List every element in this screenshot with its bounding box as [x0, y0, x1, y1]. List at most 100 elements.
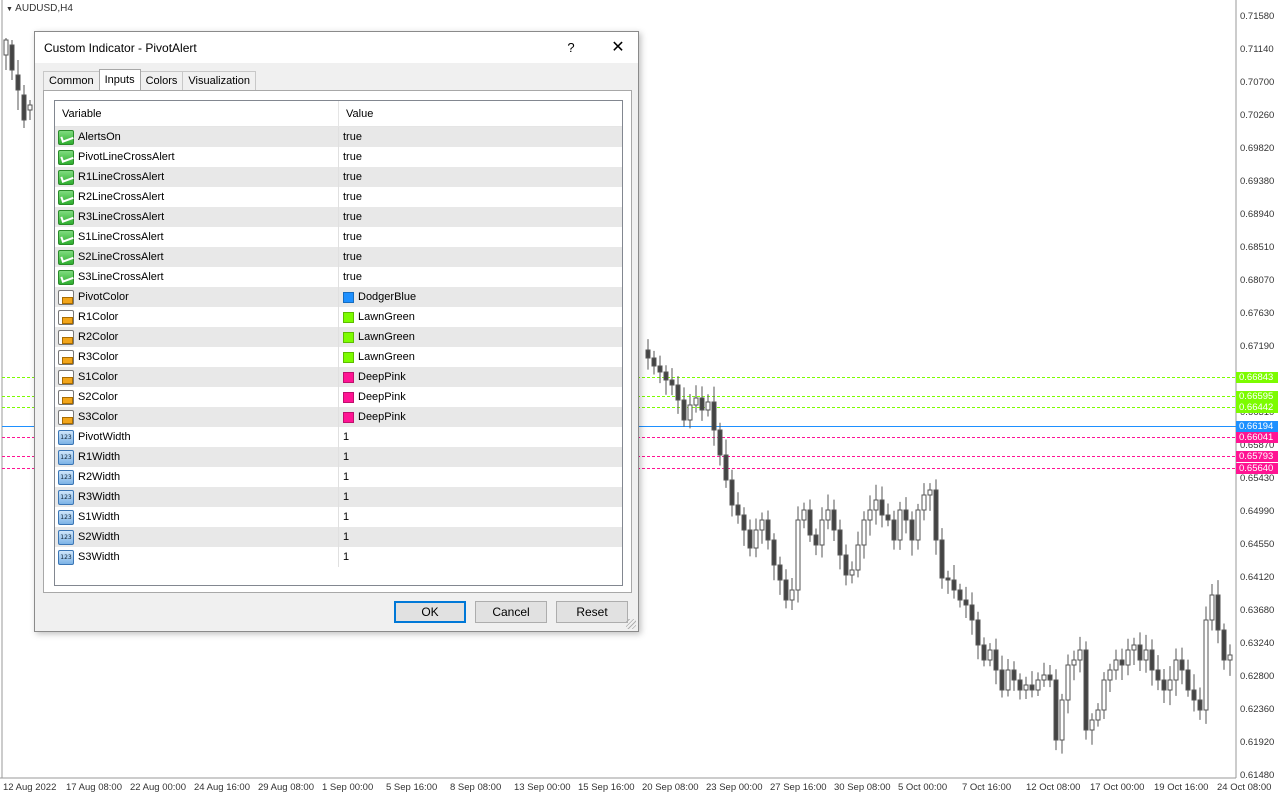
value-cell[interactable]: LawnGreen [339, 307, 622, 327]
table-row[interactable]: S3LineCrossAlert true [55, 267, 622, 287]
variable-cell[interactable]: R2LineCrossAlert [55, 187, 339, 207]
variable-cell[interactable]: R1LineCrossAlert [55, 167, 339, 187]
table-row[interactable]: S3Color DeepPink [55, 407, 622, 427]
variable-cell[interactable]: 123 R1Width [55, 447, 339, 467]
table-row[interactable]: 123 PivotWidth 1 [55, 427, 622, 447]
value-cell[interactable]: LawnGreen [339, 327, 622, 347]
variable-cell[interactable]: 123 R3Width [55, 487, 339, 507]
price-tick-label: 0.61920 [1240, 737, 1275, 748]
variable-cell[interactable]: S3LineCrossAlert [55, 267, 339, 287]
value-cell[interactable]: 1 [339, 527, 622, 547]
table-row[interactable]: R1Color LawnGreen [55, 307, 622, 327]
value-cell[interactable]: 1 [339, 547, 622, 567]
variable-cell[interactable]: PivotLineCrossAlert [55, 147, 339, 167]
table-row[interactable]: S1LineCrossAlert true [55, 227, 622, 247]
help-button[interactable]: ? [551, 32, 591, 63]
variable-value: DodgerBlue [358, 291, 417, 303]
table-row[interactable]: PivotLineCrossAlert true [55, 147, 622, 167]
table-row[interactable]: 123 R3Width 1 [55, 487, 622, 507]
cancel-button[interactable]: Cancel [475, 601, 547, 623]
value-cell[interactable]: true [339, 127, 622, 147]
variable-cell[interactable]: S2LineCrossAlert [55, 247, 339, 267]
candle-body [909, 519, 915, 541]
value-cell[interactable]: DeepPink [339, 407, 622, 427]
value-cell[interactable]: LawnGreen [339, 347, 622, 367]
value-cell[interactable]: true [339, 207, 622, 227]
column-header-value[interactable]: Value [339, 101, 622, 126]
variable-cell[interactable]: 123 R2Width [55, 467, 339, 487]
dropdown-arrow-icon[interactable]: ▼ [6, 6, 13, 13]
column-header-variable[interactable]: Variable [55, 101, 339, 126]
variable-cell[interactable]: 123 S3Width [55, 547, 339, 567]
table-row[interactable]: PivotColor DodgerBlue [55, 287, 622, 307]
candle-body [879, 499, 885, 516]
variable-cell[interactable]: AlertsOn [55, 127, 339, 147]
variable-cell[interactable]: S1Color [55, 367, 339, 387]
value-cell[interactable]: DodgerBlue [339, 287, 622, 307]
candle-body [705, 401, 711, 411]
dialog-titlebar[interactable]: Custom Indicator - PivotAlert ? ✕ [35, 32, 638, 63]
color-swatch [343, 291, 354, 303]
table-row[interactable]: 123 S2Width 1 [55, 527, 622, 547]
table-row[interactable]: R2Color LawnGreen [55, 327, 622, 347]
value-cell[interactable]: true [339, 227, 622, 247]
value-cell[interactable]: DeepPink [339, 387, 622, 407]
close-icon[interactable]: ✕ [597, 32, 639, 63]
value-cell[interactable]: 1 [339, 507, 622, 527]
variable-cell[interactable]: PivotColor [55, 287, 339, 307]
candle-body [927, 489, 933, 496]
variable-value: DeepPink [358, 371, 406, 383]
tab-visualization[interactable]: Visualization [182, 71, 256, 90]
table-row[interactable]: S1Color DeepPink [55, 367, 622, 387]
value-cell[interactable]: true [339, 267, 622, 287]
variable-cell[interactable]: R1Color [55, 307, 339, 327]
candle-body [1095, 709, 1101, 721]
candle-body [21, 94, 27, 121]
number-param-icon: 123 [58, 429, 74, 445]
table-row[interactable]: 123 R1Width 1 [55, 447, 622, 467]
candle-body [735, 504, 741, 516]
variable-cell[interactable]: R2Color [55, 327, 339, 347]
table-row[interactable]: AlertsOn true [55, 127, 622, 147]
table-row[interactable]: R3Color LawnGreen [55, 347, 622, 367]
tab-common[interactable]: Common [43, 71, 100, 90]
tab-inputs[interactable]: Inputs [98, 69, 141, 90]
table-row[interactable]: R3LineCrossAlert true [55, 207, 622, 227]
tab-colors[interactable]: Colors [139, 71, 184, 90]
candle-body [807, 509, 813, 536]
candle-body [1143, 649, 1149, 661]
table-row[interactable]: 123 S3Width 1 [55, 547, 622, 567]
table-row[interactable]: S2LineCrossAlert true [55, 247, 622, 267]
table-row[interactable]: R1LineCrossAlert true [55, 167, 622, 187]
value-cell[interactable]: 1 [339, 427, 622, 447]
value-cell[interactable]: 1 [339, 487, 622, 507]
variable-name: R1Color [78, 311, 119, 323]
number-param-icon: 123 [58, 489, 74, 505]
table-row[interactable]: R2LineCrossAlert true [55, 187, 622, 207]
variable-cell[interactable]: 123 PivotWidth [55, 427, 339, 447]
boolean-param-icon [58, 249, 74, 265]
variable-cell[interactable]: R3LineCrossAlert [55, 207, 339, 227]
value-cell[interactable]: 1 [339, 467, 622, 487]
resize-grip-icon[interactable] [626, 619, 636, 629]
table-row[interactable]: 123 S1Width 1 [55, 507, 622, 527]
variable-cell[interactable]: R3Color [55, 347, 339, 367]
value-cell[interactable]: true [339, 187, 622, 207]
variable-cell[interactable]: S1LineCrossAlert [55, 227, 339, 247]
value-cell[interactable]: 1 [339, 447, 622, 467]
variable-cell[interactable]: S2Color [55, 387, 339, 407]
variable-cell[interactable]: 123 S1Width [55, 507, 339, 527]
value-cell[interactable]: true [339, 167, 622, 187]
value-cell[interactable]: true [339, 147, 622, 167]
candle-body [891, 519, 897, 541]
value-cell[interactable]: true [339, 247, 622, 267]
variable-cell[interactable]: 123 S2Width [55, 527, 339, 547]
candle-body [1167, 679, 1173, 691]
table-row[interactable]: 123 R2Width 1 [55, 467, 622, 487]
variable-cell[interactable]: S3Color [55, 407, 339, 427]
value-cell[interactable]: DeepPink [339, 367, 622, 387]
ok-button[interactable]: OK [394, 601, 466, 623]
reset-button[interactable]: Reset [556, 601, 628, 623]
table-row[interactable]: S2Color DeepPink [55, 387, 622, 407]
price-tick-label: 0.61480 [1240, 770, 1275, 781]
